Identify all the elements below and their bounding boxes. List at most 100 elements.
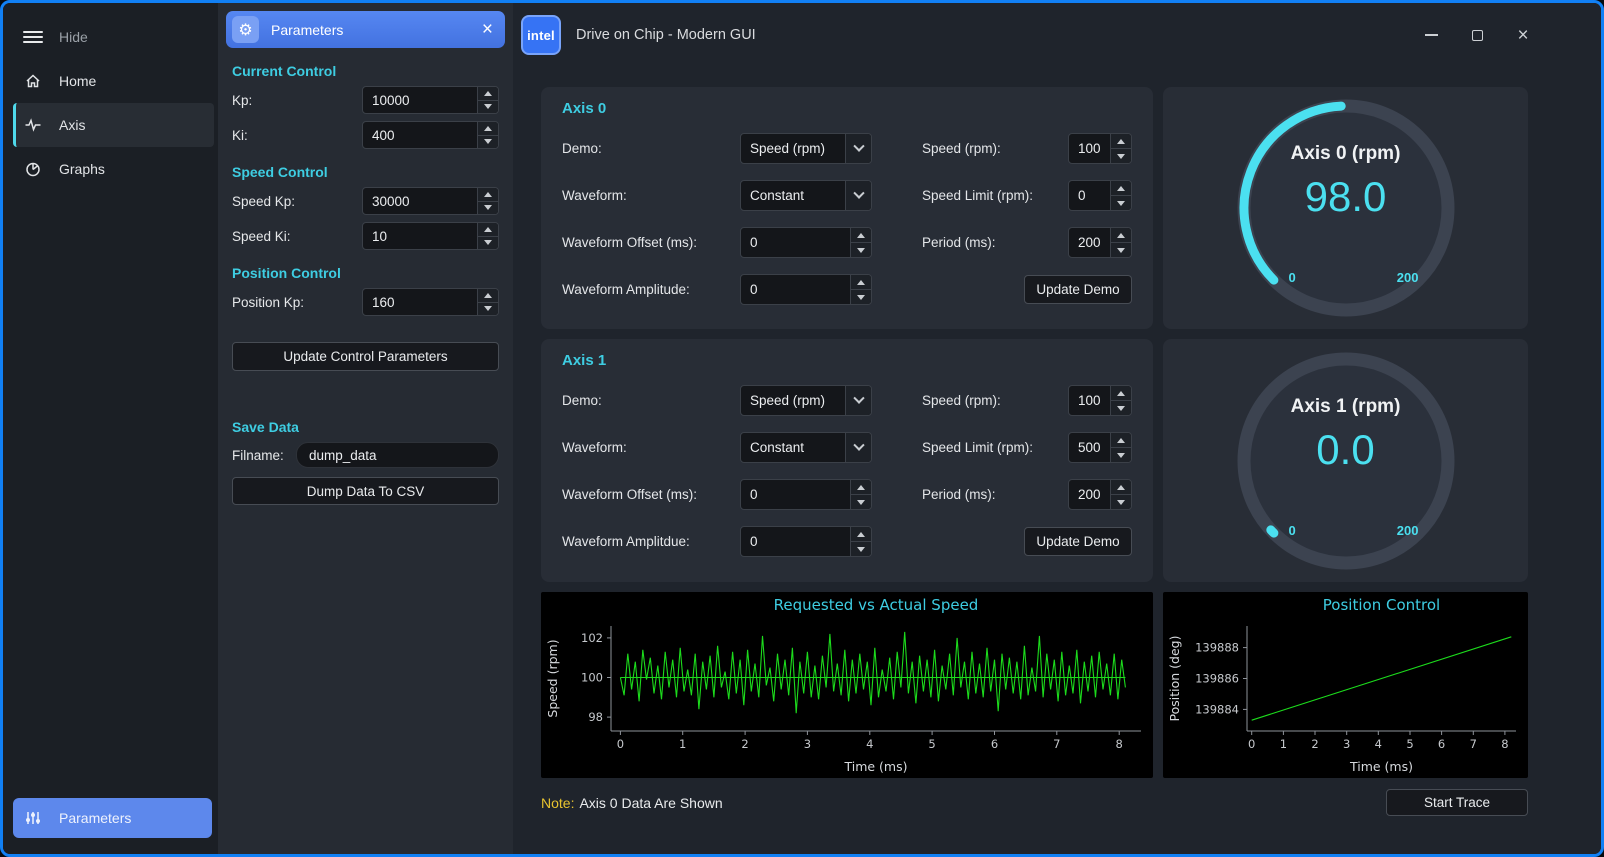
axis1-waveform-amplitude-spinbox[interactable]: 0 <box>740 526 872 557</box>
axis0-waveform-offset-spinbox[interactable]: 0 <box>740 227 872 258</box>
spin-up-button[interactable] <box>478 122 498 135</box>
axis0-demo-dropdown[interactable]: Speed (rpm) <box>740 133 872 164</box>
waveform-amplitude-label: Waveform Amplitude: <box>562 282 740 297</box>
svg-text:2: 2 <box>1311 737 1318 751</box>
section-heading-save-data: Save Data <box>232 419 499 435</box>
spin-down-button[interactable] <box>851 242 871 257</box>
sidebar-item-home[interactable]: Home <box>13 59 214 103</box>
axis1-demo-dropdown[interactable]: Speed (rpm) <box>740 385 872 416</box>
svg-text:1: 1 <box>679 737 686 751</box>
maximize-button[interactable] <box>1469 27 1485 43</box>
position-chart-panel: Position Control139884139886139888012345… <box>1163 592 1528 778</box>
sidebar-hide-button[interactable]: Hide <box>13 15 214 59</box>
sidebar-item-label: Graphs <box>59 161 105 177</box>
axis1-speed-limit-spinbox[interactable]: 500 <box>1068 432 1132 463</box>
demo-label: Demo: <box>562 141 740 156</box>
svg-text:Position Control: Position Control <box>1323 596 1440 614</box>
spin-up-button[interactable] <box>1111 386 1131 400</box>
position-kp-label: Position Kp: <box>232 295 362 310</box>
spin-down-button[interactable] <box>1111 242 1131 257</box>
spin-up-button[interactable] <box>478 188 498 201</box>
spin-up-button[interactable] <box>1111 433 1131 447</box>
triangle-down-icon <box>857 547 865 552</box>
axis1-gauge-panel: Axis 1 (rpm) 0.0 0 200 <box>1163 339 1528 582</box>
spin-down-button[interactable] <box>851 494 871 509</box>
titlebar: intel Drive on Chip - Modern GUI × <box>513 3 1601 67</box>
triangle-up-icon <box>484 192 492 197</box>
axis0-speed-limit-spinbox[interactable]: 0 <box>1068 180 1132 211</box>
spin-up-button[interactable] <box>478 289 498 302</box>
axis1-speed-spinbox[interactable]: 100 <box>1068 385 1132 416</box>
kp-spinbox[interactable]: 10000 <box>362 86 499 114</box>
gauge-min-label: 0 <box>1289 270 1296 285</box>
triangle-up-icon <box>1117 391 1125 396</box>
close-button[interactable]: × <box>1515 27 1531 43</box>
spin-down-button[interactable] <box>478 135 498 149</box>
position-kp-field-row: Position Kp: 160 <box>232 288 499 316</box>
svg-text:7: 7 <box>1470 737 1477 751</box>
axis0-speed-spinbox[interactable]: 100 <box>1068 133 1132 164</box>
section-heading-current-control: Current Control <box>232 63 499 79</box>
axis0-update-demo-button[interactable]: Update Demo <box>1024 275 1132 304</box>
spin-down-button[interactable] <box>1111 148 1131 163</box>
svg-text:100: 100 <box>581 671 603 685</box>
gauge-title: Axis 0 (rpm) <box>1231 143 1461 165</box>
position-kp-spinbox[interactable]: 160 <box>362 288 499 316</box>
triangle-up-icon <box>1117 233 1125 238</box>
spin-up-button[interactable] <box>851 228 871 242</box>
triangle-down-icon <box>857 295 865 300</box>
speed-ki-spinbox[interactable]: 10 <box>362 222 499 250</box>
spin-down-button[interactable] <box>1111 494 1131 509</box>
speed-limit-label: Speed Limit (rpm): <box>922 440 1068 455</box>
spin-up-button[interactable] <box>1111 134 1131 148</box>
speed-kp-spinbox[interactable]: 30000 <box>362 187 499 215</box>
spin-up-button[interactable] <box>851 527 871 541</box>
spin-down-button[interactable] <box>478 100 498 114</box>
svg-text:6: 6 <box>991 737 998 751</box>
axis0-waveform-dropdown[interactable]: Constant <box>740 180 872 211</box>
speed-chart-panel: Requested vs Actual Speed981001020123456… <box>541 592 1153 778</box>
triangle-up-icon <box>1117 438 1125 443</box>
sidebar-item-axis[interactable]: Axis <box>13 103 214 147</box>
triangle-down-icon <box>484 306 492 311</box>
axis1-waveform-dropdown[interactable]: Constant <box>740 432 872 463</box>
spin-up-button[interactable] <box>1111 480 1131 494</box>
spin-up-button[interactable] <box>1111 228 1131 242</box>
axis0-period-spinbox[interactable]: 200 <box>1068 227 1132 258</box>
triangle-up-icon <box>857 280 865 285</box>
start-trace-button[interactable]: Start Trace <box>1386 789 1528 816</box>
spin-down-button[interactable] <box>1111 400 1131 415</box>
ki-spinbox[interactable]: 400 <box>362 121 499 149</box>
sliders-icon <box>23 809 43 827</box>
svg-text:139886: 139886 <box>1195 672 1239 686</box>
spin-up-button[interactable] <box>478 87 498 100</box>
minimize-button[interactable] <box>1423 27 1439 43</box>
triangle-down-icon <box>484 240 492 245</box>
update-control-parameters-button[interactable]: Update Control Parameters <box>232 342 499 371</box>
sidebar-item-graphs[interactable]: Graphs <box>13 147 214 191</box>
spin-down-button[interactable] <box>851 289 871 304</box>
sidebar: Hide Home Axis Graphs Parameters <box>3 3 218 854</box>
spin-down-button[interactable] <box>851 541 871 556</box>
axis1-period-spinbox[interactable]: 200 <box>1068 479 1132 510</box>
spin-up-button[interactable] <box>478 223 498 236</box>
sidebar-item-parameters[interactable]: Parameters <box>13 798 212 838</box>
spin-down-button[interactable] <box>478 302 498 316</box>
spin-up-button[interactable] <box>851 480 871 494</box>
filename-input[interactable] <box>296 442 499 468</box>
spin-down-button[interactable] <box>1111 447 1131 462</box>
spin-down-button[interactable] <box>478 236 498 250</box>
svg-text:0: 0 <box>617 737 624 751</box>
dump-data-to-csv-button[interactable]: Dump Data To CSV <box>232 477 499 505</box>
spin-down-button[interactable] <box>1111 195 1131 210</box>
axis0-waveform-amplitude-spinbox[interactable]: 0 <box>740 274 872 305</box>
spin-down-button[interactable] <box>478 201 498 215</box>
spin-up-button[interactable] <box>1111 181 1131 195</box>
chevron-down-icon <box>853 140 864 151</box>
spin-up-button[interactable] <box>851 275 871 289</box>
pie-chart-icon <box>23 160 43 178</box>
axis1-waveform-offset-spinbox[interactable]: 0 <box>740 479 872 510</box>
chevron-down-icon <box>853 439 864 450</box>
axis1-update-demo-button[interactable]: Update Demo <box>1024 527 1132 556</box>
parameters-close-button[interactable]: × <box>482 20 493 39</box>
